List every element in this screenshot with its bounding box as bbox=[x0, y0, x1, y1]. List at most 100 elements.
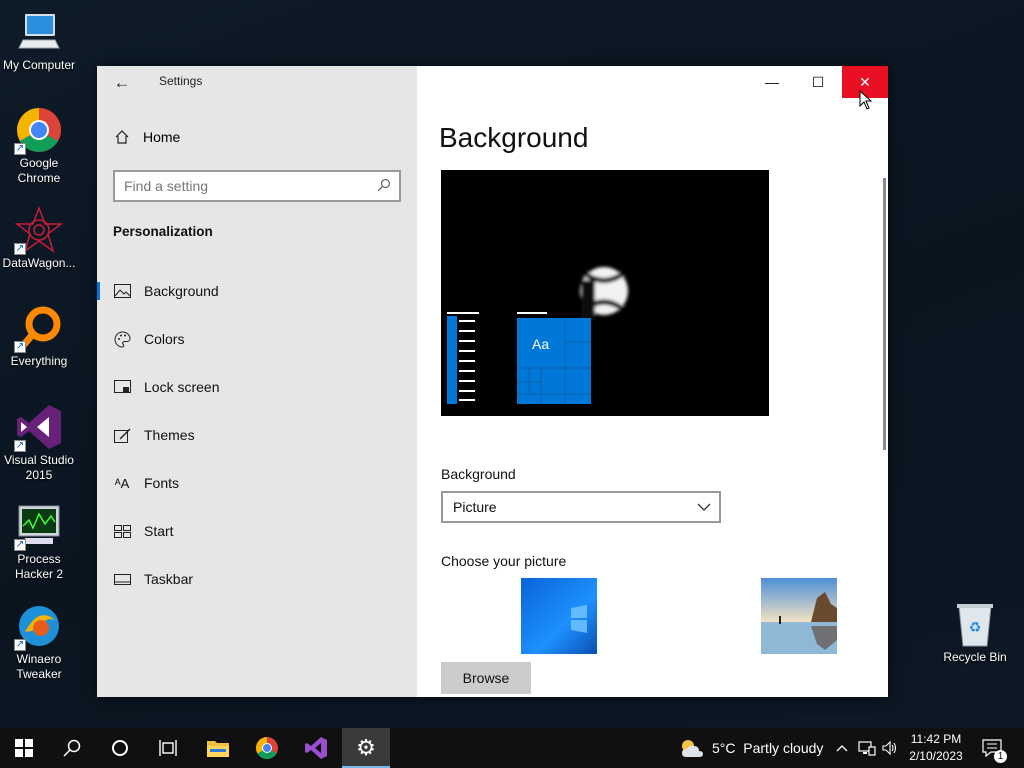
shortcut-arrow-icon: ↗ bbox=[14, 539, 26, 551]
back-arrow-icon[interactable]: ← bbox=[111, 72, 133, 94]
process-hacker-icon: ↗ bbox=[14, 502, 63, 551]
font-icon: ᴬA bbox=[114, 475, 130, 491]
background-type-label: Background bbox=[441, 466, 516, 482]
sidebar-item-label: Background bbox=[144, 283, 219, 299]
weather-widget[interactable]: 5°C Partly cloudy bbox=[678, 728, 823, 768]
taskbar-file-explorer[interactable] bbox=[194, 728, 242, 768]
sidebar-item-label: Themes bbox=[144, 427, 195, 443]
browse-button[interactable]: Browse bbox=[441, 662, 531, 694]
taskbar-settings[interactable]: ⚙ bbox=[342, 728, 390, 768]
sidebar-item-themes[interactable]: Themes bbox=[97, 415, 417, 455]
mouse-cursor-icon bbox=[859, 90, 873, 110]
partly-cloudy-icon bbox=[682, 740, 703, 757]
choose-picture-label: Choose your picture bbox=[441, 553, 567, 569]
picture-thumbnail-windows[interactable] bbox=[521, 578, 597, 654]
close-icon: ✕ bbox=[859, 73, 871, 90]
sidebar-item-lock-screen[interactable]: Lock screen bbox=[97, 367, 417, 407]
visual-studio-icon bbox=[305, 737, 327, 759]
search-icon bbox=[63, 739, 81, 757]
category-heading: Personalization bbox=[113, 224, 213, 239]
selection-indicator bbox=[97, 282, 100, 300]
palette-icon bbox=[113, 330, 131, 348]
preview-tile-text: Aa bbox=[532, 336, 550, 352]
taskbar-chrome[interactable] bbox=[243, 728, 291, 768]
desktop-icon-visual-studio[interactable]: ↗ Visual Studio 2015 bbox=[0, 403, 78, 483]
image-icon bbox=[113, 282, 131, 300]
desktop-icon-label: My Computer bbox=[2, 58, 76, 72]
desktop-icon-everything[interactable]: ↗ Everything bbox=[0, 304, 78, 369]
desktop-icon-my-computer[interactable]: My Computer bbox=[0, 8, 78, 73]
shortcut-arrow-icon: ↗ bbox=[14, 341, 26, 353]
taskbar-visual-studio[interactable] bbox=[292, 728, 340, 768]
sidebar-item-taskbar[interactable]: Taskbar bbox=[97, 559, 417, 599]
desktop-icon-label: Recycle Bin bbox=[943, 650, 1007, 664]
windows-logo-icon bbox=[15, 739, 33, 757]
winaero-icon: ↗ bbox=[14, 602, 63, 651]
brush-icon bbox=[113, 426, 131, 444]
start-button[interactable] bbox=[0, 728, 48, 768]
sidebar-item-label: Taskbar bbox=[144, 571, 194, 587]
clock-date: 2/10/2023 bbox=[909, 749, 963, 763]
search-input[interactable]: Find a setting bbox=[113, 170, 401, 202]
datawagon-icon: ↗ bbox=[14, 206, 63, 255]
settings-window: ← Settings Home Find a setting Personali… bbox=[97, 66, 888, 697]
folder-icon bbox=[207, 741, 229, 757]
preview-image bbox=[447, 267, 628, 404]
search-button[interactable] bbox=[48, 728, 96, 768]
minimize-icon: — bbox=[765, 74, 779, 90]
search-icon bbox=[377, 178, 391, 192]
shortcut-arrow-icon: ↗ bbox=[14, 143, 26, 155]
tray-chevron-up-icon[interactable] bbox=[836, 728, 848, 768]
network-icon[interactable] bbox=[858, 728, 876, 768]
desktop-icon-winaero-tweaker[interactable]: ↗ Winaero Tweaker bbox=[0, 602, 78, 682]
sidebar-item-colors[interactable]: Colors bbox=[97, 319, 417, 359]
gear-icon: ⚙ bbox=[356, 735, 376, 760]
maximize-button[interactable]: ☐ bbox=[795, 66, 841, 98]
scrollbar[interactable] bbox=[883, 178, 886, 450]
notification-center-button[interactable]: 1 bbox=[982, 728, 1007, 768]
desktop-icon-label: Winaero Tweaker bbox=[16, 652, 62, 681]
minimize-button[interactable]: — bbox=[749, 66, 795, 98]
weather-text: 5°C Partly cloudy bbox=[712, 740, 824, 756]
sidebar-item-label: Start bbox=[144, 523, 174, 539]
desktop-icon-datawagon[interactable]: ↗ DataWagon... bbox=[0, 206, 78, 271]
everything-icon: ↗ bbox=[14, 304, 63, 353]
desktop-icon-recycle-bin[interactable]: ♻ Recycle Bin bbox=[936, 600, 1014, 665]
home-icon bbox=[115, 130, 129, 144]
notification-count: 1 bbox=[994, 750, 1007, 763]
desktop-icon-google-chrome[interactable]: ↗ Google Chrome bbox=[0, 106, 78, 186]
shortcut-arrow-icon: ↗ bbox=[14, 639, 26, 651]
settings-main: — ☐ ✕ Background Aa Background Picture C… bbox=[417, 66, 888, 697]
recycle-bin-icon: ♻ bbox=[951, 600, 999, 648]
chevron-down-icon bbox=[697, 503, 711, 511]
background-type-dropdown[interactable]: Picture bbox=[441, 491, 721, 523]
shortcut-arrow-icon: ↗ bbox=[14, 440, 26, 452]
visual-studio-icon: ↗ bbox=[14, 403, 63, 452]
desktop-icon-label: Visual Studio 2015 bbox=[4, 453, 74, 482]
sidebar-item-background[interactable]: Background bbox=[97, 271, 417, 311]
sidebar-item-label: Lock screen bbox=[144, 379, 220, 395]
background-preview: Aa bbox=[441, 170, 769, 416]
task-view-icon bbox=[159, 740, 177, 756]
shortcut-arrow-icon: ↗ bbox=[14, 243, 26, 255]
picture-thumbnail-beach[interactable] bbox=[761, 578, 837, 654]
system-clock[interactable]: 11:42 PM 2/10/2023 bbox=[900, 731, 972, 765]
desktop-icon-process-hacker[interactable]: ↗ Process Hacker 2 bbox=[0, 502, 78, 582]
window-title: Settings bbox=[159, 74, 203, 88]
sidebar-item-fonts[interactable]: ᴬA Fonts bbox=[97, 463, 417, 503]
taskbar: ⚙ 5°C Partly cloudy 11:42 PM 2/10/2023 1 bbox=[0, 728, 1024, 768]
desktop-icon-label: Process Hacker 2 bbox=[14, 552, 64, 581]
volume-icon[interactable] bbox=[882, 728, 898, 768]
page-title: Background bbox=[439, 122, 589, 153]
cortana-button[interactable] bbox=[96, 728, 144, 768]
maximize-icon: ☐ bbox=[811, 73, 825, 90]
settings-sidebar: ← Settings Home Find a setting Personali… bbox=[97, 66, 417, 697]
task-view-button[interactable] bbox=[144, 728, 192, 768]
cortana-circle-icon bbox=[112, 740, 128, 756]
chrome-icon bbox=[256, 737, 278, 759]
lock-screen-icon bbox=[113, 378, 131, 396]
chrome-icon: ↗ bbox=[14, 106, 63, 155]
sidebar-item-start[interactable]: Start bbox=[97, 511, 417, 551]
svg-text:♻: ♻ bbox=[969, 619, 982, 635]
sidebar-item-home[interactable]: Home bbox=[113, 129, 180, 145]
